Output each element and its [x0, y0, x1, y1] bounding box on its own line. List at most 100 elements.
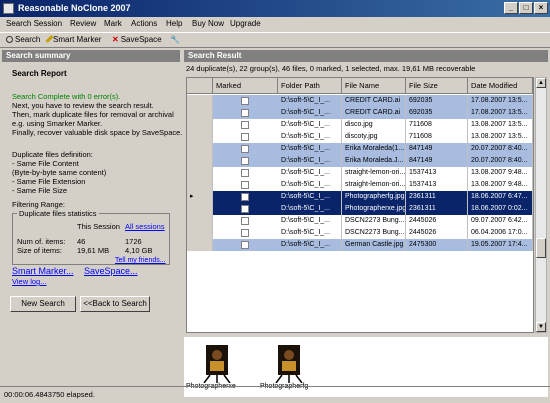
- table-row[interactable]: D:\soft-5\C_I_... disco.jpg 711608 13.08.20…: [187, 119, 533, 131]
- thumbnail-image[interactable]: [264, 339, 314, 384]
- all-sessions-link[interactable]: All sessions: [125, 222, 165, 231]
- marked-checkbox[interactable]: [241, 193, 249, 201]
- row-header[interactable]: [187, 167, 213, 179]
- thumbnail-image[interactable]: [192, 339, 242, 384]
- row-header[interactable]: [187, 155, 213, 167]
- cell-file-size: 2445026: [406, 227, 468, 239]
- cell-folder-path: D:\soft-5\C_I_...: [278, 155, 342, 167]
- marked-checkbox[interactable]: [241, 217, 249, 225]
- minimize-button[interactable]: _: [504, 2, 518, 14]
- row-header[interactable]: ▸: [187, 191, 213, 203]
- table-row[interactable]: D:\soft-5\C_I_... CREDIT CARD.ai 692035 17.…: [187, 107, 533, 119]
- table-row[interactable]: D:\soft-5\C_I_... straight-lemon-ori... 15…: [187, 167, 533, 179]
- definition-line: - Same File Content: [12, 159, 79, 168]
- col-file-name[interactable]: File Name: [342, 78, 406, 94]
- cell-date-modified: 13.08.2007 9:48...: [468, 179, 533, 191]
- menu-mark[interactable]: Mark: [104, 19, 122, 28]
- col-date-modified[interactable]: Date Modified: [468, 78, 533, 94]
- table-row[interactable]: D:\soft-5\C_I_... Erika Moraleda(1... 8471…: [187, 143, 533, 155]
- cell-folder-path: D:\soft-5\C_I_...: [278, 95, 342, 107]
- table-row[interactable]: D:\soft-5\C_I_... DSCN2273 Bung... 2445026…: [187, 215, 533, 227]
- search-icon: [6, 36, 13, 43]
- cell-file-size: 2361311: [406, 191, 468, 203]
- row-header[interactable]: [187, 119, 213, 131]
- row-header[interactable]: [187, 107, 213, 119]
- col-folder-path[interactable]: Folder Path: [278, 78, 342, 94]
- savespace-link[interactable]: SaveSpace...: [84, 266, 138, 276]
- maximize-button[interactable]: □: [519, 2, 533, 14]
- savespace-button[interactable]: ✕ SaveSpace: [112, 35, 162, 44]
- table-row[interactable]: D:\soft-5\C_I_... straight-lemon-ori... 15…: [187, 179, 533, 191]
- row-header-corner: [187, 78, 213, 94]
- results-grid[interactable]: Marked Folder Path File Name File Size D…: [186, 77, 534, 333]
- menu-help[interactable]: Help: [166, 19, 182, 28]
- title-bar: Reasonable NoClone 2007 _ □ ×: [0, 0, 550, 17]
- menu-search-session[interactable]: Search Session: [6, 19, 62, 28]
- cell-date-modified: 13.08.2007 13:5...: [468, 119, 533, 131]
- scroll-up-icon[interactable]: ▲: [536, 78, 546, 88]
- table-row[interactable]: D:\soft-5\C_I_... DSCN2273 Bung... 2445026…: [187, 227, 533, 239]
- cell-file-name: DSCN2273 Bung...: [342, 215, 406, 227]
- cell-file-size: 2445026: [406, 215, 468, 227]
- marked-checkbox[interactable]: [241, 133, 249, 141]
- search-summary-panel: Search summary Search Report Search Comp…: [2, 50, 183, 380]
- tool-icon[interactable]: 🔧: [170, 35, 180, 44]
- menu-buy-now[interactable]: Buy Now: [192, 19, 224, 28]
- tell-friends-link[interactable]: Tell my friends...: [115, 257, 166, 264]
- panel-header: Search summary: [2, 50, 180, 62]
- row-header[interactable]: [187, 95, 213, 107]
- marked-checkbox[interactable]: [241, 229, 249, 237]
- table-row[interactable]: D:\soft-5\C_I_... German Castle.jpg 247530…: [187, 239, 533, 251]
- back-to-search-button[interactable]: <<Back to Search: [80, 296, 150, 312]
- menu-review[interactable]: Review: [70, 19, 96, 28]
- smart-marker-link[interactable]: Smart Marker...: [12, 266, 74, 276]
- marked-checkbox[interactable]: [241, 169, 249, 177]
- definition-line: Duplicate files definition:: [12, 150, 93, 159]
- marked-checkbox[interactable]: [241, 121, 249, 129]
- col-file-size[interactable]: File Size: [406, 78, 468, 94]
- cell-folder-path: D:\soft-5\C_I_...: [278, 119, 342, 131]
- marked-checkbox[interactable]: [241, 241, 249, 249]
- cell-file-name: straight-lemon-ori...: [342, 179, 406, 191]
- cell-folder-path: D:\soft-5\C_I_...: [278, 239, 342, 251]
- table-row[interactable]: D:\soft-5\C_I_... discoty.jpg 711608 13.08.…: [187, 131, 533, 143]
- cell-date-modified: 17.08.2007 13:5...: [468, 107, 533, 119]
- marked-checkbox[interactable]: [241, 205, 249, 213]
- marked-checkbox[interactable]: [241, 97, 249, 105]
- table-row[interactable]: D:\soft-5\C_I_... Erika Moraleda.J... 8471…: [187, 155, 533, 167]
- vertical-scrollbar[interactable]: ▲ ▼: [535, 77, 547, 333]
- size-items-label: Size of items:: [17, 246, 63, 255]
- instruction-line: Finally, recover valuable disk space by …: [12, 128, 183, 137]
- search-button[interactable]: Search: [6, 35, 40, 44]
- cell-file-name: Photographerfg.jpg: [342, 191, 406, 203]
- close-button[interactable]: ×: [534, 2, 548, 14]
- scroll-down-icon[interactable]: ▼: [536, 322, 546, 332]
- row-header[interactable]: [187, 131, 213, 143]
- scroll-thumb[interactable]: [536, 238, 546, 258]
- menu-actions[interactable]: Actions: [131, 19, 157, 28]
- row-header[interactable]: [187, 143, 213, 155]
- marked-checkbox[interactable]: [241, 157, 249, 165]
- search-complete-text: Search Complete with 0 error(s).: [12, 92, 121, 101]
- app-icon: [3, 3, 14, 14]
- row-header[interactable]: [187, 239, 213, 251]
- view-log-link[interactable]: View log...: [12, 277, 46, 286]
- table-row[interactable]: D:\soft-5\C_I_... CREDIT CARD.ai 692035 17.…: [187, 95, 533, 107]
- table-row[interactable]: ▸ D:\soft-5\C_I_... Photographerfg.jpg 2361…: [187, 191, 533, 203]
- row-header[interactable]: [187, 179, 213, 191]
- col-marked[interactable]: Marked: [213, 78, 278, 94]
- row-header[interactable]: [187, 203, 213, 215]
- smart-marker-button[interactable]: Smart Marker: [45, 35, 101, 44]
- table-row[interactable]: D:\soft-5\C_I_... Photographerxe.jpg 23613…: [187, 203, 533, 215]
- marked-checkbox[interactable]: [241, 145, 249, 153]
- menu-upgrade[interactable]: Upgrade: [230, 19, 261, 28]
- cell-file-name: DSCN2273 Bung...: [342, 227, 406, 239]
- cell-file-size: 711608: [406, 131, 468, 143]
- marked-checkbox[interactable]: [241, 181, 249, 189]
- row-header[interactable]: [187, 227, 213, 239]
- marked-checkbox[interactable]: [241, 109, 249, 117]
- row-header[interactable]: [187, 215, 213, 227]
- cell-file-name: discoty.jpg: [342, 131, 406, 143]
- cell-file-name: German Castle.jpg: [342, 239, 406, 251]
- new-search-button[interactable]: New Search: [10, 296, 76, 312]
